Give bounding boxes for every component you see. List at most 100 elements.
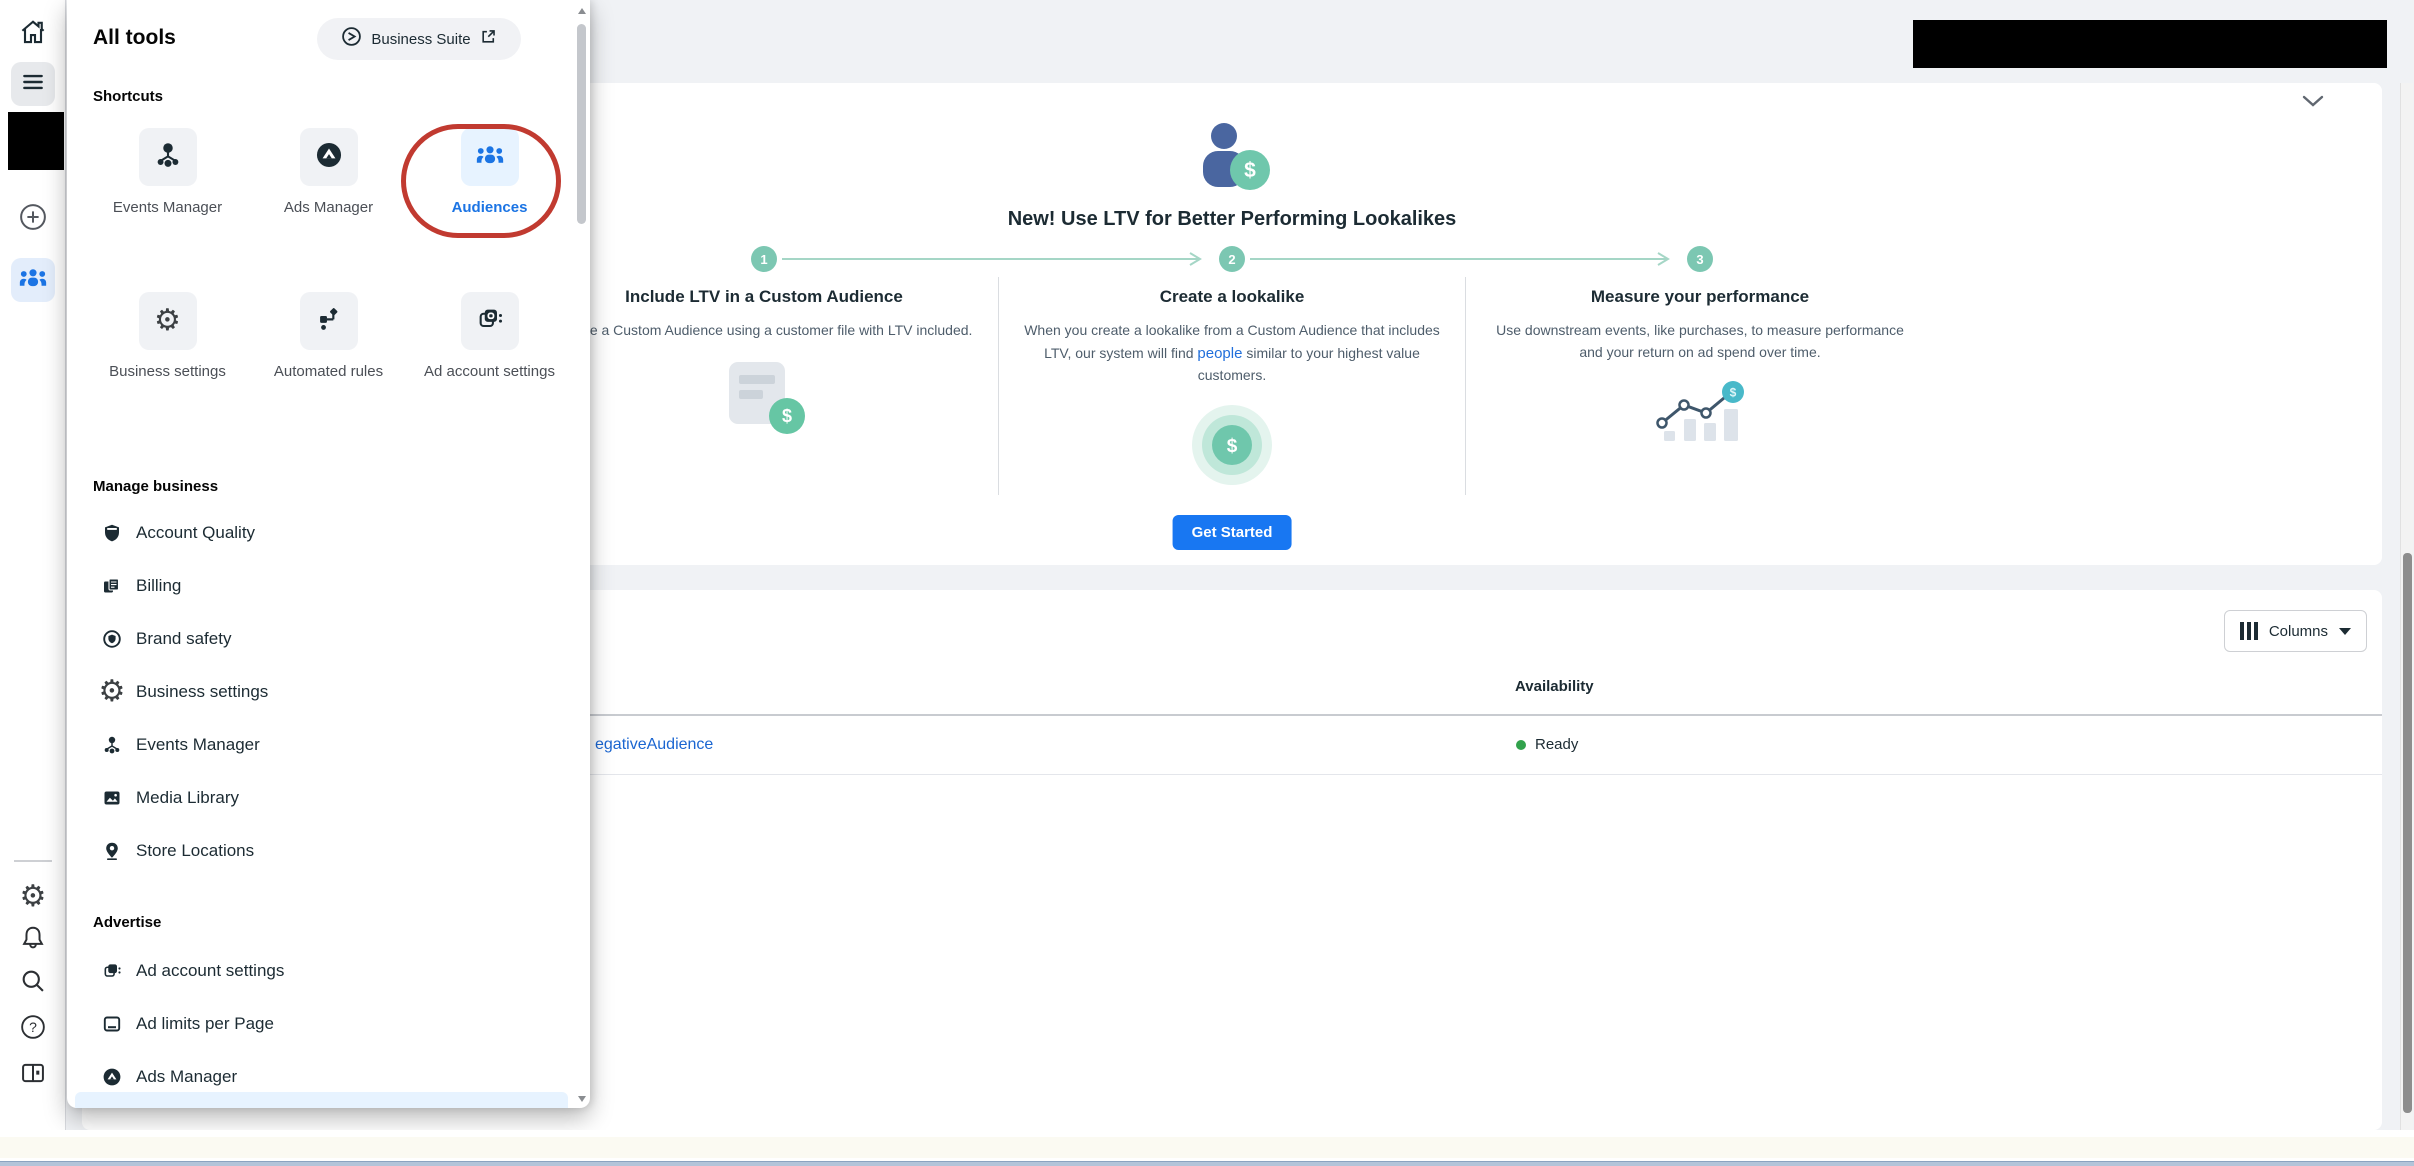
shortcut-ads-manager[interactable]: Ads Manager (248, 128, 409, 220)
flyout-title: All tools (93, 26, 176, 49)
shortcut-events-manager[interactable]: Events Manager (87, 128, 248, 220)
customer-file-dollar-icon: $ (552, 358, 976, 443)
performance-chart-icon: $ (1488, 379, 1912, 456)
events-manager-icon (154, 141, 182, 174)
availability-column-header: Availability (1515, 678, 1594, 695)
menu-item-brand-safety[interactable]: Brand safety (67, 612, 590, 665)
business-suite-label: Business Suite (371, 30, 471, 48)
main-scrollbar[interactable] (2400, 83, 2413, 1130)
red-annotation-circle (401, 124, 561, 238)
svg-text:?: ? (29, 1018, 37, 1034)
shortcut-ad-account-settings[interactable]: Ad account settings (409, 292, 570, 384)
svg-text:$: $ (1244, 159, 1256, 182)
panel-toggle-icon (19, 1059, 47, 1092)
step-1-body: Create a Custom Audience using a custome… (555, 322, 973, 338)
people-link[interactable]: people (1197, 345, 1242, 362)
step-2-number: 2 (1228, 252, 1235, 267)
step-2-body: When you create a lookalike from a Custo… (1024, 322, 1440, 383)
step-2-heading: Create a lookalike (1159, 287, 1305, 306)
step-column-custom-audience: Include LTV in a Custom Audience Create … (530, 277, 998, 495)
flyout-scrollbar[interactable] (575, 2, 588, 1106)
menu-item-business-settings[interactable]: Business settings (67, 665, 590, 718)
manage-business-heading: Manage business (93, 478, 219, 495)
advertise-heading: Advertise (93, 914, 162, 931)
step-1-number: 1 (760, 252, 767, 267)
columns-icon (2239, 622, 2258, 640)
search-icon (19, 967, 47, 1000)
left-nav-rail: ? (0, 0, 66, 1130)
banner-collapse-button[interactable] (2302, 95, 2324, 113)
ad-limits-icon (101, 1014, 123, 1034)
svg-text:$: $ (1730, 386, 1737, 400)
gear-icon (101, 677, 123, 707)
menu-item-ad-limits[interactable]: Ad limits per Page (67, 997, 590, 1050)
external-link-icon (480, 28, 497, 50)
plus-circle-icon (18, 202, 48, 237)
business-suite-button[interactable]: Business Suite (317, 18, 521, 60)
menu-item-account-quality[interactable]: Account Quality (67, 506, 590, 559)
advertise-list: Ad account settings Ad limits per Page A… (67, 944, 590, 1103)
bell-icon (19, 924, 47, 957)
columns-dropdown-button[interactable]: Columns (2223, 610, 2367, 652)
scroll-up-arrow-icon[interactable] (578, 8, 586, 14)
location-pin-icon (101, 841, 123, 861)
get-started-button[interactable]: Get Started (1172, 515, 1292, 550)
shortcut-automated-rules[interactable]: Automated rules (248, 292, 409, 384)
settings-button[interactable] (0, 880, 66, 914)
menu-item-billing[interactable]: Billing (67, 559, 590, 612)
caret-down-icon (2339, 627, 2351, 635)
home-icon (18, 17, 48, 52)
bottom-tint-band (0, 1137, 2414, 1158)
audiences-people-icon (18, 268, 48, 293)
notifications-button[interactable] (0, 923, 66, 957)
menu-item-store-locations[interactable]: Store Locations (67, 824, 590, 877)
shortcuts-row-2: Business settings Automated rules (87, 292, 570, 384)
chevron-down-icon (2302, 95, 2324, 112)
all-tools-menu-button[interactable] (11, 62, 55, 106)
events-manager-icon (101, 735, 123, 755)
lookalike-dollar-rings-icon: $ (1021, 403, 1443, 492)
step-column-performance: Measure your performance Use downstream … (1466, 277, 1934, 495)
home-nav-button[interactable] (0, 18, 66, 50)
rail-divider (14, 860, 52, 862)
shortcut-business-settings[interactable]: Business settings (87, 292, 248, 384)
gear-icon (20, 882, 47, 912)
badge-shield-icon (101, 629, 123, 649)
ready-status-label: Ready (1535, 736, 1579, 753)
automated-rules-icon (315, 305, 343, 338)
audiences-nav-button[interactable] (11, 258, 55, 302)
steps-indicator: 1 2 3 (530, 241, 1934, 277)
page-bottom-strip (0, 1130, 2414, 1166)
billing-icon (101, 576, 123, 596)
step-column-lookalike: Create a lookalike When you create a loo… (998, 277, 1466, 495)
main-scrollbar-thumb[interactable] (2403, 553, 2412, 1113)
menu-item-events-manager[interactable]: Events Manager (67, 718, 590, 771)
window-bottom-edge (0, 1161, 2414, 1166)
flyout-scrollbar-thumb[interactable] (577, 24, 586, 224)
ad-account-settings-icon (476, 305, 504, 338)
help-icon: ? (19, 1013, 47, 1046)
ready-status-dot (1516, 739, 1526, 750)
create-button[interactable] (0, 203, 66, 235)
redacted-account-bar (1913, 20, 2387, 68)
business-suite-icon (341, 26, 362, 52)
audience-name-link[interactable]: egativeAudience (595, 736, 713, 754)
menu-item-media-library[interactable]: Media Library (67, 771, 590, 824)
step-3-number: 3 (1696, 252, 1703, 267)
shield-icon (101, 523, 123, 543)
help-button[interactable]: ? (0, 1012, 66, 1046)
collapse-panel-button[interactable] (0, 1058, 66, 1092)
step-1-heading: Include LTV in a Custom Audience (625, 287, 903, 306)
search-button[interactable] (0, 966, 66, 1000)
media-image-icon (101, 788, 123, 808)
all-tools-flyout: All tools Business Suite Shortcuts Event… (67, 0, 590, 1108)
person-dollar-icon: $ (1186, 123, 1278, 197)
menu-item-ad-account-settings[interactable]: Ad account settings (67, 944, 590, 997)
redacted-business-logo (8, 112, 64, 170)
ads-manager-screen: $ New! Use LTV for Better Performing Loo… (0, 0, 2414, 1166)
shortcuts-heading: Shortcuts (93, 88, 164, 105)
scroll-down-arrow-icon[interactable] (578, 1096, 586, 1102)
availability-status: Ready (1516, 736, 1578, 753)
svg-text:$: $ (782, 406, 792, 426)
step-3-body: Use downstream events, like purchases, t… (1496, 322, 1904, 360)
